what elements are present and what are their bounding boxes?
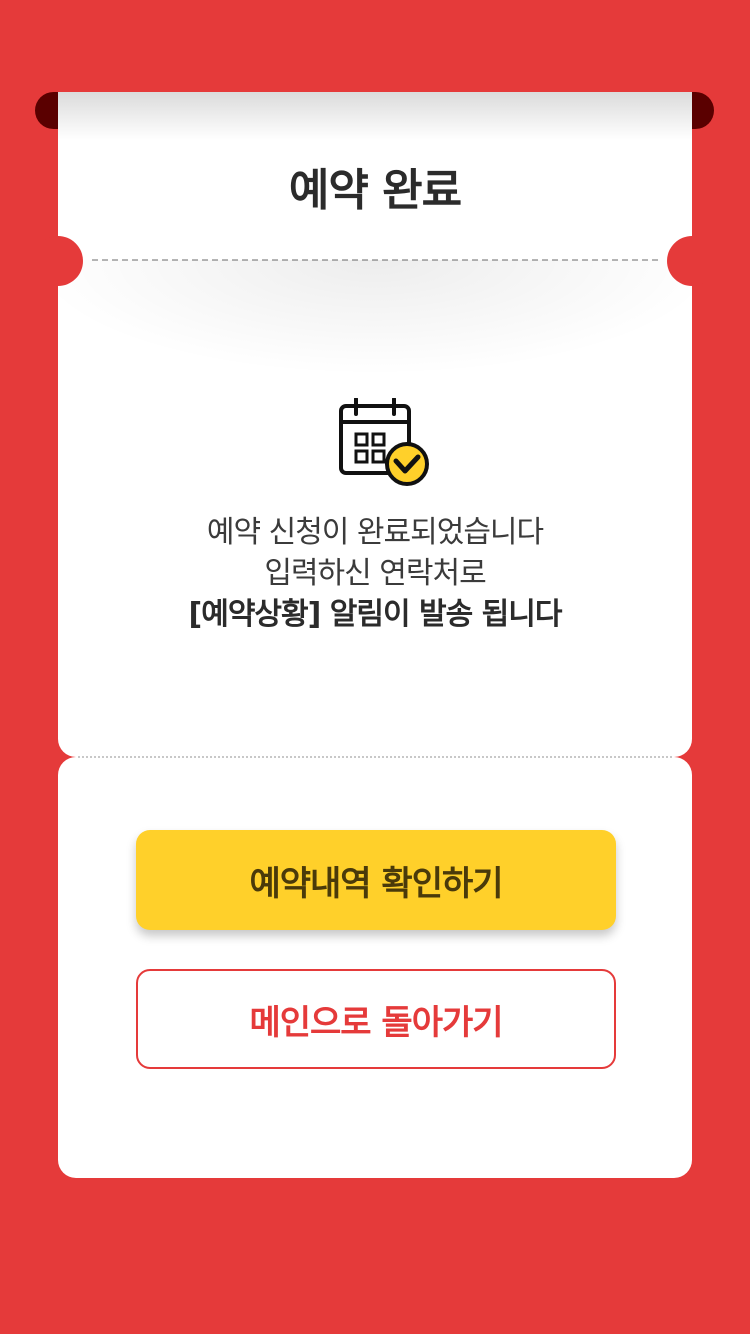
ticket-notch-left xyxy=(33,236,83,286)
check-reservation-button[interactable]: 예약내역 확인하기 xyxy=(136,830,616,930)
ticket-notch-right xyxy=(667,236,717,286)
ticket-bottom-card xyxy=(58,757,692,1178)
section-shadow xyxy=(58,260,692,420)
page-title: 예약 완료 xyxy=(288,165,462,216)
calendar-check-icon xyxy=(339,398,429,486)
back-to-main-button[interactable]: 메인으로 돌아가기 xyxy=(136,969,616,1069)
message-line-2: 입력하신 연락처로 xyxy=(264,556,486,591)
top-shadow xyxy=(58,92,692,140)
message-line-3: [예약상황] 알림이 발송 됩니다 xyxy=(188,597,563,632)
message-line-1: 예약 신청이 완료되었습니다 xyxy=(206,515,544,550)
perforation-line xyxy=(78,756,672,758)
confirmation-message: 예약 신청이 완료되었습니다 입력하신 연락처로 [예약상황] 알림이 발송 됩… xyxy=(58,512,692,635)
